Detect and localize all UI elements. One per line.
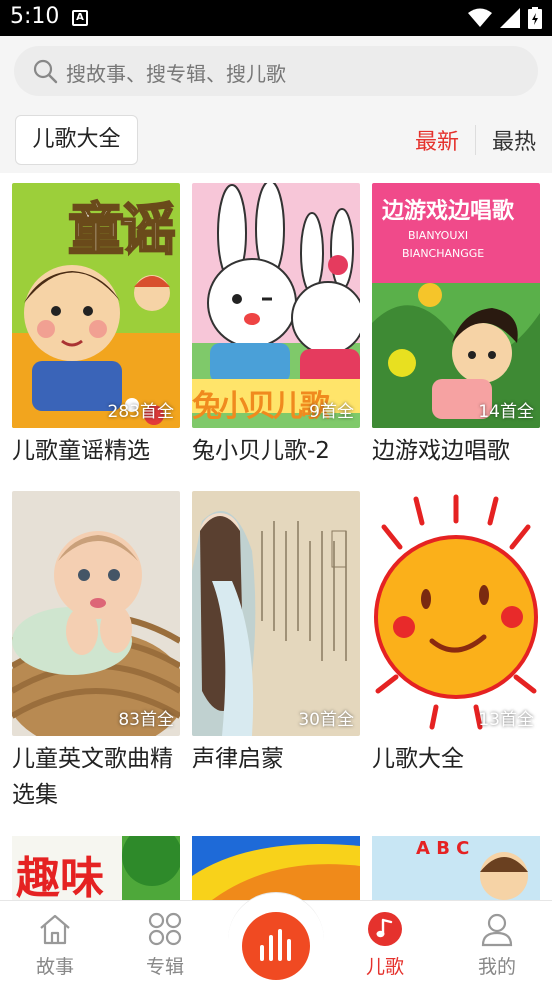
album-title: 兔小贝儿歌-2 <box>192 438 330 464</box>
tab-label: 专辑 <box>145 956 184 978</box>
album-card-partial[interactable]: A B C <box>372 836 540 900</box>
status-bar: 5:10 A <box>0 0 552 36</box>
sort-divider <box>474 125 476 155</box>
cover-text: 兔小贝儿歌 <box>192 389 330 424</box>
play-button[interactable] <box>242 912 310 980</box>
tab-mine[interactable]: 我的 <box>452 910 542 979</box>
album-title: 声律启蒙 <box>192 746 284 772</box>
cover-subtext: BIANCHANGGE <box>402 247 485 260</box>
track-count: 30首全 <box>298 710 354 730</box>
signal-icon <box>500 8 520 28</box>
album-title: 儿童英文歌曲精选集 <box>12 746 173 808</box>
track-count: 14首全 <box>478 402 534 422</box>
cover-text: 童谣 <box>67 197 177 264</box>
album-cover: 30首全 <box>192 491 360 736</box>
tab-nursery-rhymes[interactable]: 儿歌 <box>340 910 430 979</box>
music-note-icon <box>368 912 402 946</box>
tab-albums[interactable]: 专辑 <box>120 910 210 979</box>
sort-newest[interactable]: 最新 <box>415 124 459 156</box>
album-title: 边游戏边唱歌 <box>372 438 510 464</box>
search-placeholder: 搜故事、搜专辑、搜儿歌 <box>66 62 286 86</box>
album-title: 儿歌童谣精选 <box>12 438 150 464</box>
notification-icon: A <box>72 10 88 26</box>
battery-icon <box>528 7 542 29</box>
grid-icon <box>148 912 182 946</box>
tab-label: 我的 <box>477 956 516 978</box>
album-cover: 兔小贝儿歌 9首全 <box>192 183 360 428</box>
audio-bars-icon <box>260 929 291 961</box>
system-icons <box>468 6 542 30</box>
track-count: 9首全 <box>309 402 354 422</box>
track-count: 283首全 <box>107 402 174 422</box>
wifi-icon <box>468 8 492 27</box>
cover-text: A B C <box>416 838 470 859</box>
cover-text: 趣味 <box>16 853 104 900</box>
album-title: 儿歌大全 <box>372 746 464 772</box>
tab-label: 儿歌 <box>365 956 404 978</box>
search-icon <box>33 59 58 84</box>
category-tag[interactable]: 儿歌大全 <box>15 115 138 165</box>
album-card-partial[interactable]: 趣味 <box>12 836 180 900</box>
track-count: 13首全 <box>478 710 534 730</box>
house-icon <box>40 914 70 945</box>
track-count: 83首全 <box>118 710 174 730</box>
album-cover: 83首全 <box>12 491 180 736</box>
person-icon <box>481 913 513 947</box>
album-cover: 童谣 283首全 <box>12 183 180 428</box>
cover-subtext: BIANYOUXI <box>408 229 469 242</box>
album-card-partial[interactable] <box>192 836 360 900</box>
status-time: 5:10 <box>10 4 60 29</box>
tab-stories[interactable]: 故事 <box>10 910 100 979</box>
album-cover: 13首全 <box>372 491 540 736</box>
album-cover: 边游戏边唱歌 BIANYOUXI BIANCHANGGE 14首全 <box>372 183 540 428</box>
cover-text: 边游戏边唱歌 <box>382 199 515 224</box>
sort-switch: 最新 最热 <box>415 124 536 156</box>
tab-label: 故事 <box>35 956 74 978</box>
search-bar[interactable]: 搜故事、搜专辑、搜儿歌 <box>14 46 538 96</box>
sort-hottest[interactable]: 最热 <box>492 124 536 156</box>
